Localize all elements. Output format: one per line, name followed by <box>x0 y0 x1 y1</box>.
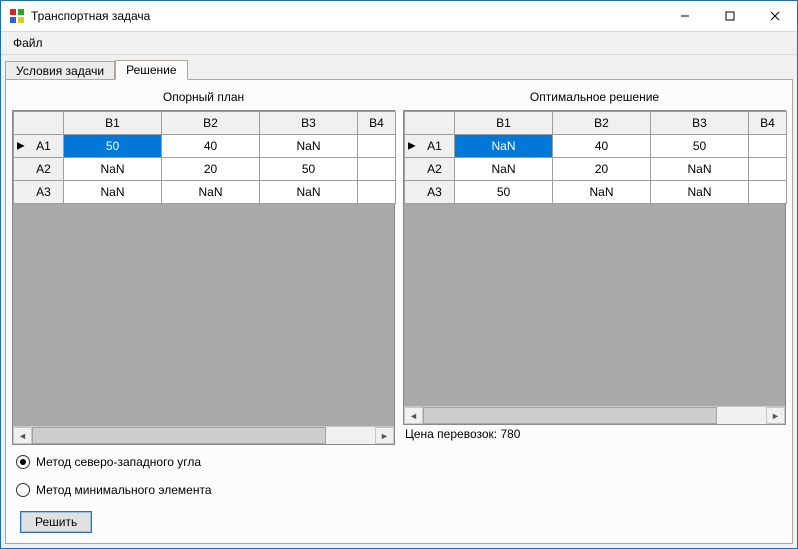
col-header[interactable]: B2 <box>162 112 260 135</box>
maximize-button[interactable] <box>707 1 752 31</box>
col-header[interactable]: B3 <box>651 112 749 135</box>
table-row: A3 NaN NaN NaN <box>14 181 396 204</box>
cell[interactable]: NaN <box>260 181 358 204</box>
cell[interactable]: NaN <box>455 135 553 158</box>
row-header[interactable]: ▶A1 <box>405 135 455 158</box>
cell[interactable]: NaN <box>455 158 553 181</box>
cell[interactable]: NaN <box>64 158 162 181</box>
tab-solution[interactable]: Решение <box>115 60 187 80</box>
col-header[interactable]: B4 <box>358 112 396 135</box>
cell[interactable]: 50 <box>651 135 749 158</box>
grid-corner <box>405 112 455 135</box>
price-label: Цена перевозок: 780 <box>403 425 786 445</box>
scroll-track[interactable] <box>32 427 375 444</box>
tab-conditions[interactable]: Условия задачи <box>5 61 115 80</box>
cell[interactable]: 40 <box>553 135 651 158</box>
table-row: ▶A1 NaN 40 50 <box>405 135 787 158</box>
menu-file[interactable]: Файл <box>5 34 51 52</box>
tabstrip: Условия задачи Решение <box>1 55 797 79</box>
left-grid-section: Опорный план B1 B2 B3 <box>12 86 395 445</box>
cell[interactable]: NaN <box>651 181 749 204</box>
right-grid-section: Оптимальное решение B1 B2 B3 <box>403 86 786 445</box>
scroll-right-icon[interactable]: ► <box>766 407 785 424</box>
row-header[interactable]: A2 <box>405 158 455 181</box>
method-radios: Метод северо-западного угла Метод минима… <box>12 445 786 537</box>
cell[interactable]: 50 <box>455 181 553 204</box>
grid-empty-area <box>404 204 785 406</box>
cell[interactable]: NaN <box>260 135 358 158</box>
grid-corner <box>14 112 64 135</box>
col-header[interactable]: B3 <box>260 112 358 135</box>
cell[interactable]: 20 <box>162 158 260 181</box>
right-grid-hscroll[interactable]: ◄ ► <box>404 406 785 424</box>
row-indicator-icon: ▶ <box>17 141 25 152</box>
radio-label: Метод минимального элемента <box>36 483 212 497</box>
scroll-left-icon[interactable]: ◄ <box>404 407 423 424</box>
cell[interactable]: NaN <box>651 158 749 181</box>
table-row: ▶A1 50 40 NaN <box>14 135 396 158</box>
cell[interactable]: NaN <box>162 181 260 204</box>
left-grid[interactable]: B1 B2 B3 B4 ▶A1 50 40 NaN <box>12 110 395 445</box>
col-header[interactable]: B2 <box>553 112 651 135</box>
left-grid-title: Опорный план <box>12 86 395 110</box>
grid-empty-area <box>13 204 394 426</box>
scroll-track[interactable] <box>423 407 766 424</box>
minimize-button[interactable] <box>662 1 707 31</box>
scroll-thumb[interactable] <box>423 407 717 424</box>
left-grid-hscroll[interactable]: ◄ ► <box>13 426 394 444</box>
cell[interactable] <box>749 135 787 158</box>
row-header[interactable]: ▶A1 <box>14 135 64 158</box>
cell[interactable] <box>749 181 787 204</box>
radio-icon <box>16 455 30 469</box>
row-header[interactable]: A3 <box>405 181 455 204</box>
cell[interactable]: NaN <box>553 181 651 204</box>
right-grid-title: Оптимальное решение <box>403 86 786 110</box>
row-indicator-icon: ▶ <box>408 141 416 152</box>
col-header[interactable]: B4 <box>749 112 787 135</box>
table-row: A2 NaN 20 NaN <box>405 158 787 181</box>
cell[interactable]: 50 <box>260 158 358 181</box>
solve-button[interactable]: Решить <box>20 511 92 533</box>
close-button[interactable] <box>752 1 797 31</box>
radio-minimal[interactable]: Метод минимального элемента <box>16 483 782 497</box>
scroll-right-icon[interactable]: ► <box>375 427 394 444</box>
radio-northwest[interactable]: Метод северо-западного угла <box>16 455 782 469</box>
table-row: A2 NaN 20 50 <box>14 158 396 181</box>
app-window: Транспортная задача Файл Условия задачи … <box>0 0 798 549</box>
cell[interactable]: NaN <box>64 181 162 204</box>
row-header[interactable]: A2 <box>14 158 64 181</box>
cell[interactable] <box>358 181 396 204</box>
row-header[interactable]: A3 <box>14 181 64 204</box>
cell[interactable]: 40 <box>162 135 260 158</box>
cell[interactable] <box>358 135 396 158</box>
col-header[interactable]: B1 <box>455 112 553 135</box>
table-row: A3 50 NaN NaN <box>405 181 787 204</box>
cell[interactable] <box>358 158 396 181</box>
radio-icon <box>16 483 30 497</box>
window-title: Транспортная задача <box>31 9 150 23</box>
cell[interactable]: 50 <box>64 135 162 158</box>
scroll-thumb[interactable] <box>32 427 326 444</box>
radio-label: Метод северо-западного угла <box>36 455 201 469</box>
tab-panel-solution: Опорный план B1 B2 B3 <box>5 79 793 544</box>
scroll-left-icon[interactable]: ◄ <box>13 427 32 444</box>
col-header[interactable]: B1 <box>64 112 162 135</box>
menubar: Файл <box>1 32 797 55</box>
titlebar: Транспортная задача <box>1 1 797 32</box>
cell[interactable]: 20 <box>553 158 651 181</box>
app-icon <box>9 8 25 24</box>
right-grid[interactable]: B1 B2 B3 B4 ▶A1 NaN 40 50 <box>403 110 786 425</box>
cell[interactable] <box>749 158 787 181</box>
